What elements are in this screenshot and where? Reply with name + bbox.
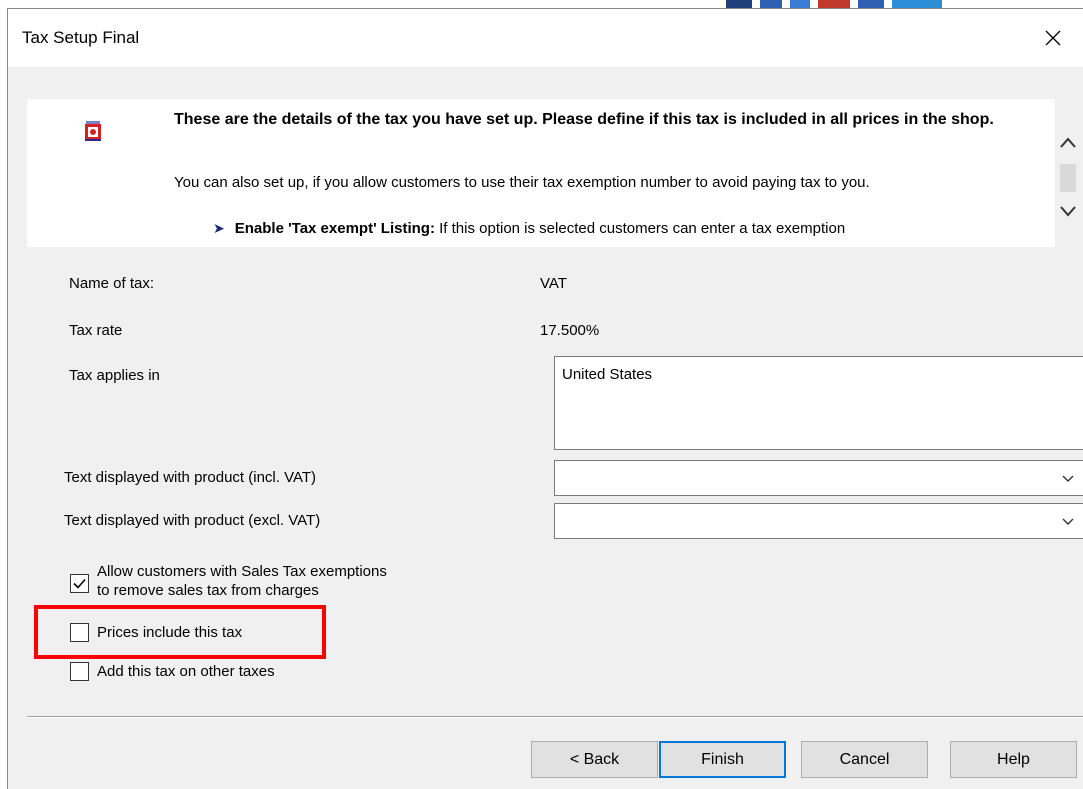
background-strip	[0, 0, 1083, 8]
chevron-down-icon	[1062, 518, 1074, 525]
info-subtext: You can also set up, if you allow custom…	[174, 174, 870, 191]
bullet-label: Enable 'Tax exempt' Listing:	[234, 220, 435, 237]
finish-button[interactable]: Finish	[659, 741, 786, 778]
dialog-title: Tax Setup Final	[22, 28, 140, 47]
tax-rate-value: 17.500%	[540, 322, 600, 339]
background-fragment	[790, 0, 810, 8]
text-excl-dropdown[interactable]	[554, 503, 1083, 539]
cancel-button[interactable]: Cancel	[801, 741, 928, 778]
background-fragment	[818, 0, 850, 8]
help-button[interactable]: Help	[950, 741, 1077, 778]
tax-applies-listbox[interactable]: United States	[554, 356, 1083, 450]
info-heading: These are the details of the tax you hav…	[174, 111, 994, 128]
checkmark-icon	[73, 578, 86, 589]
background-fragment	[892, 0, 942, 8]
tax-rate-label: Tax rate	[69, 322, 123, 339]
tax-setup-dialog: Tax Setup Final These are the details of…	[7, 8, 1083, 789]
back-button[interactable]: < Back	[531, 741, 658, 778]
text-incl-label: Text displayed with product (incl. VAT)	[64, 469, 317, 486]
background-fragment	[760, 0, 782, 8]
info-panel: These are the details of the tax you hav…	[27, 99, 1055, 247]
bullet-arrow-icon: ➤	[213, 220, 225, 236]
tax-wizard-icon	[85, 121, 101, 141]
prices-include-checkbox[interactable]	[70, 623, 89, 642]
close-icon	[1045, 30, 1061, 46]
info-bullet: ➤ Enable 'Tax exempt' Listing: If this op…	[213, 220, 845, 237]
name-of-tax-label: Name of tax:	[69, 275, 155, 292]
text-excl-label: Text displayed with product (excl. VAT)	[64, 512, 321, 529]
background-fragment	[858, 0, 884, 8]
text-incl-dropdown[interactable]	[554, 460, 1083, 496]
add-on-other-checkbox[interactable]	[70, 662, 89, 681]
prices-include-label: Prices include this tax	[97, 624, 243, 641]
name-of-tax-value: VAT	[540, 275, 567, 292]
scrollbar-thumb[interactable]	[1060, 164, 1076, 192]
list-item[interactable]: United States	[562, 366, 652, 383]
scroll-down-icon[interactable]	[1058, 202, 1078, 220]
allow-exempt-label-line2: to remove sales tax from charges	[97, 582, 319, 599]
separator	[27, 716, 1083, 718]
add-on-other-label: Add this tax on other taxes	[97, 663, 275, 680]
background-fragment	[726, 0, 752, 8]
allow-exempt-checkbox[interactable]	[70, 574, 89, 593]
title-bar: Tax Setup Final	[8, 9, 1083, 67]
tax-applies-label: Tax applies in	[69, 367, 160, 384]
scroll-up-icon[interactable]	[1058, 134, 1078, 152]
close-button[interactable]	[1023, 9, 1083, 67]
bullet-text: If this option is selected customers can…	[434, 220, 846, 237]
allow-exempt-label-line1: Allow customers with Sales Tax exemption…	[97, 563, 387, 580]
chevron-down-icon	[1062, 475, 1074, 482]
